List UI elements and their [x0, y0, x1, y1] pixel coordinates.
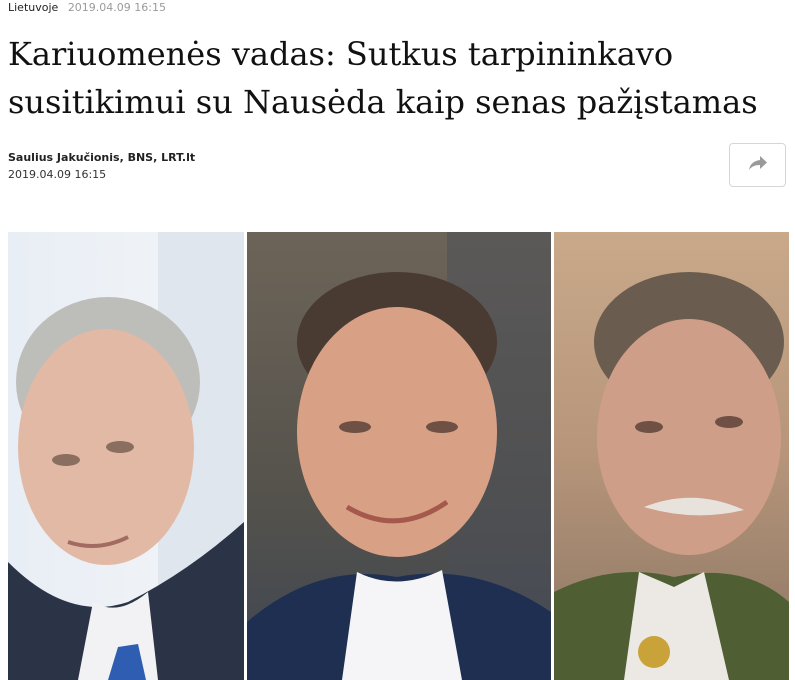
share-arrow-icon [748, 155, 768, 175]
author: Saulius Jakučionis, BNS, LRT.lt [8, 151, 196, 164]
article-headline: Kariuomenės vadas: Sutkus tarpininkavo s… [8, 35, 758, 121]
article-photo-center [247, 232, 551, 680]
publish-date: 2019.04.09 16:15 [8, 168, 107, 181]
byline: Saulius Jakučionis, BNS, LRT.lt 2019.04.… [8, 150, 195, 183]
article-photo-right [554, 232, 789, 680]
article-meta-top: Lietuvoje 2019.04.09 16:15 [8, 1, 166, 14]
article-photo-left [8, 232, 244, 680]
share-button[interactable] [729, 143, 786, 187]
category-link[interactable]: Lietuvoje [8, 1, 58, 14]
top-timestamp: 2019.04.09 16:15 [67, 1, 166, 14]
